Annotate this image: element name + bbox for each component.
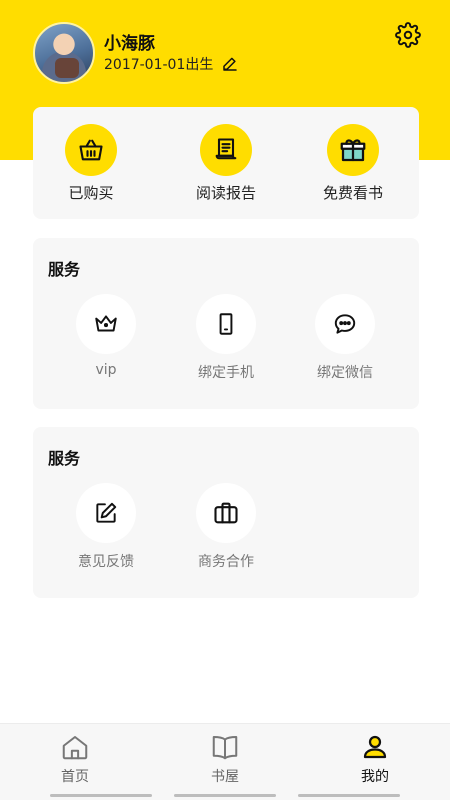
report-icon xyxy=(215,138,237,160)
avatar-photo-detail xyxy=(55,58,79,78)
tab-home[interactable]: 首页 xyxy=(0,732,150,786)
vip-button[interactable]: vip xyxy=(56,294,156,378)
home-indicator xyxy=(298,794,400,797)
bottom-tab-bar: 首页 书屋 我的 xyxy=(0,723,450,800)
avatar[interactable] xyxy=(33,22,95,84)
reading-report-label: 阅读报告 xyxy=(195,184,256,202)
edit-icon xyxy=(96,502,117,523)
bind-wechat-icon-circle xyxy=(315,294,375,354)
bind-wechat-label: 绑定微信 xyxy=(317,365,373,381)
book-icon xyxy=(212,736,238,760)
vip-icon-circle xyxy=(76,294,136,354)
user-icon xyxy=(363,735,387,759)
free-reading-icon-circle xyxy=(327,124,379,176)
chat-icon xyxy=(334,314,356,334)
home-indicator xyxy=(174,794,276,797)
bind-phone-button[interactable]: 绑定手机 xyxy=(176,294,276,382)
business-icon-circle xyxy=(196,483,256,543)
user-birth-row: 2017-01-01出生 xyxy=(104,54,239,74)
free-reading-button[interactable]: 免费看书 xyxy=(298,124,408,203)
tab-home-label: 首页 xyxy=(61,769,89,785)
tab-bookhouse[interactable]: 书屋 xyxy=(150,732,300,786)
user-birth-date: 2017-01-01出生 xyxy=(104,57,214,73)
feedback-button[interactable]: 意见反馈 xyxy=(56,483,156,571)
basket-icon xyxy=(79,139,103,161)
gear-icon[interactable] xyxy=(395,22,421,48)
quick-actions-card: 已购买 阅读报告 免费看书 xyxy=(33,107,419,219)
tab-mine-label: 我的 xyxy=(361,769,389,785)
crown-icon xyxy=(95,315,117,332)
gift-icon xyxy=(340,139,366,162)
tab-mine[interactable]: 我的 xyxy=(300,732,450,786)
home-indicator xyxy=(50,794,152,797)
feedback-icon-circle xyxy=(76,483,136,543)
feedback-label: 意见反馈 xyxy=(78,554,134,570)
service-card-2: 服务 意见反馈 商务合作 xyxy=(33,427,419,598)
purchased-icon-circle xyxy=(65,124,117,176)
business-cooperation-button[interactable]: 商务合作 xyxy=(176,483,276,571)
bind-phone-icon-circle xyxy=(196,294,256,354)
business-cooperation-label: 商务合作 xyxy=(198,554,254,570)
reading-report-button[interactable]: 阅读报告 xyxy=(171,124,281,203)
phone-icon xyxy=(219,313,233,335)
service-card-1: 服务 vip 绑定手机 绑定微信 xyxy=(33,238,419,409)
home-icon xyxy=(62,736,88,760)
tab-bookhouse-label: 书屋 xyxy=(211,769,239,785)
free-reading-label: 免费看书 xyxy=(322,184,383,202)
bind-wechat-button[interactable]: 绑定微信 xyxy=(295,294,395,382)
vip-label: vip xyxy=(95,362,117,378)
section-title: 服务 xyxy=(48,449,81,468)
briefcase-icon xyxy=(214,502,238,524)
section-title: 服务 xyxy=(48,260,81,279)
bind-phone-label: 绑定手机 xyxy=(198,365,254,381)
user-name: 小海豚 xyxy=(104,34,155,54)
edit-icon[interactable] xyxy=(221,55,239,73)
reading-report-icon-circle xyxy=(200,124,252,176)
purchased-label: 已购买 xyxy=(68,184,114,202)
purchased-button[interactable]: 已购买 xyxy=(36,124,146,203)
